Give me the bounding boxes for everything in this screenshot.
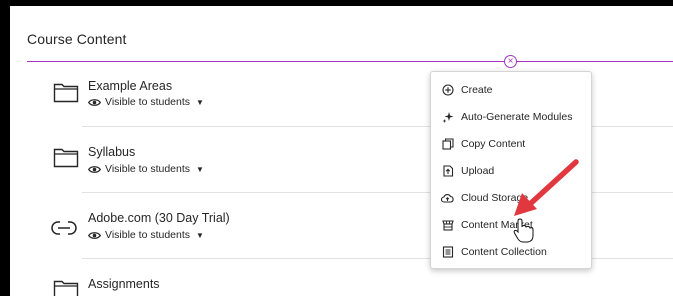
content-item-title[interactable]: Assignments	[88, 277, 160, 291]
close-icon: ×	[507, 55, 514, 67]
visibility-dropdown[interactable]: Visible to students ▼	[88, 96, 204, 108]
visibility-dropdown[interactable]: Visible to students ▼	[88, 229, 204, 241]
cloud-icon	[431, 192, 461, 204]
add-content-menu: Create Auto-Generate Modules Copy Conten…	[430, 71, 592, 269]
collection-icon	[431, 246, 461, 258]
menu-item-label: Create	[461, 84, 493, 96]
eye-icon	[88, 231, 101, 239]
eye-icon	[88, 165, 101, 173]
caret-down-icon: ▼	[196, 164, 204, 174]
content-item-title[interactable]: Adobe.com (30 Day Trial)	[88, 211, 230, 225]
menu-item-label: Content Market	[461, 219, 533, 231]
visibility-label: Visible to students	[105, 163, 191, 175]
upload-icon	[431, 165, 461, 177]
content-item-title[interactable]: Example Areas	[88, 79, 172, 93]
menu-item-label: Auto-Generate Modules	[461, 111, 573, 123]
menu-item-cloud-storage[interactable]: Cloud Storage	[431, 187, 591, 209]
menu-item-label: Cloud Storage	[461, 192, 529, 204]
store-icon	[431, 219, 461, 231]
link-icon	[51, 221, 77, 235]
menu-item-label: Content Collection	[461, 246, 547, 258]
caret-down-icon: ▼	[196, 97, 204, 107]
caret-down-icon: ▼	[196, 230, 204, 240]
add-content-button[interactable]: ×	[504, 55, 517, 68]
menu-item-copy-content[interactable]: Copy Content	[431, 133, 591, 155]
page-title: Course Content	[27, 31, 127, 47]
menu-item-upload[interactable]: Upload	[431, 160, 591, 182]
menu-item-content-market[interactable]: Content Market	[431, 214, 591, 236]
menu-item-create[interactable]: Create	[431, 79, 591, 101]
menu-item-label: Upload	[461, 165, 495, 177]
plus-circle-icon	[431, 84, 461, 96]
sparkle-icon	[431, 111, 461, 123]
eye-icon	[88, 98, 101, 106]
visibility-dropdown[interactable]: Visible to students ▼	[88, 163, 204, 175]
content-item-title[interactable]: Syllabus	[88, 145, 135, 159]
screenshot-frame-left	[0, 0, 10, 296]
menu-item-content-collection[interactable]: Content Collection	[431, 241, 591, 263]
visibility-label: Visible to students	[105, 229, 191, 241]
folder-icon	[53, 83, 79, 103]
add-content-divider[interactable]	[27, 61, 673, 62]
folder-icon	[53, 280, 79, 296]
menu-item-label: Copy Content	[461, 138, 526, 150]
copy-icon	[431, 138, 461, 150]
menu-item-auto-generate-modules[interactable]: Auto-Generate Modules	[431, 106, 591, 128]
folder-icon	[53, 148, 79, 168]
screenshot-frame-top	[0, 0, 673, 6]
visibility-label: Visible to students	[105, 96, 191, 108]
